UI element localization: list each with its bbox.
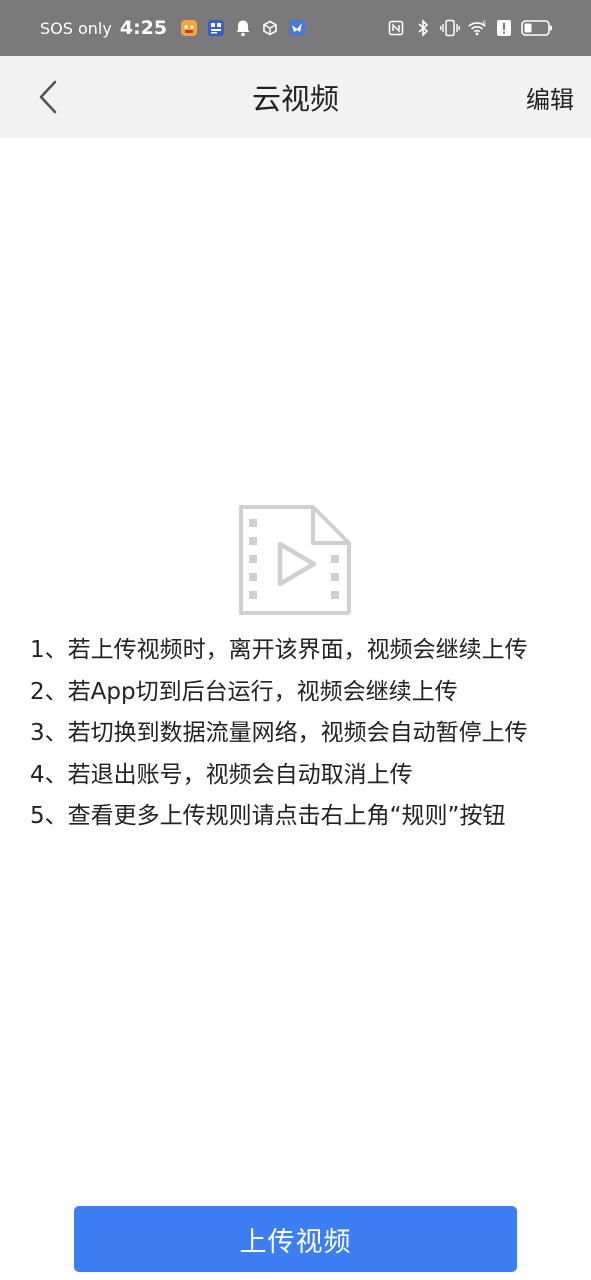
nfc-icon [386, 18, 406, 38]
bird-app-icon [287, 18, 307, 38]
alert-icon [494, 18, 514, 38]
rule-item: 1、若上传视频时，离开该界面，视频会继续上传 [30, 637, 528, 663]
vibrate-icon [440, 18, 460, 38]
status-bar-left: SOS only 4:25 [40, 17, 307, 39]
rule-item: 2、若App切到后台运行，视频会继续上传 [30, 678, 458, 705]
carrier-label: SOS only [40, 18, 112, 38]
bell-icon [233, 18, 253, 38]
battery-icon [521, 18, 553, 38]
app-notification-icon [179, 18, 199, 38]
notification-icons [179, 18, 307, 38]
svg-text:6: 6 [482, 20, 486, 26]
qr-app-icon [206, 18, 226, 38]
bluetooth-icon [413, 18, 433, 38]
rule-item: 3、若切换到数据流量网络，视频会自动暂停上传 [30, 720, 528, 746]
upload-video-button[interactable]: 上传视频 [74, 1206, 517, 1272]
status-bar: SOS only 4:25 6 [0, 0, 591, 56]
chevron-left-icon [39, 80, 57, 114]
cube-icon [260, 18, 280, 38]
rule-item: 5、查看更多上传规则请点击右上角“规则”按钮 [30, 803, 506, 829]
nav-bar: 云视频 编辑 [0, 56, 591, 138]
edit-button[interactable]: 编辑 [526, 56, 574, 138]
page-title: 云视频 [251, 82, 339, 116]
status-bar-right: 6 [386, 18, 553, 38]
back-button[interactable] [28, 76, 68, 118]
clock: 4:25 [119, 17, 168, 39]
video-file-icon [237, 503, 353, 617]
wifi-icon: 6 [467, 18, 487, 38]
rule-item: 4、若退出账号，视频会自动取消上传 [30, 761, 413, 788]
upload-rules-list: 1、若上传视频时，离开该界面，视频会继续上传 2、若App切到后台运行，视频会继… [30, 630, 575, 838]
